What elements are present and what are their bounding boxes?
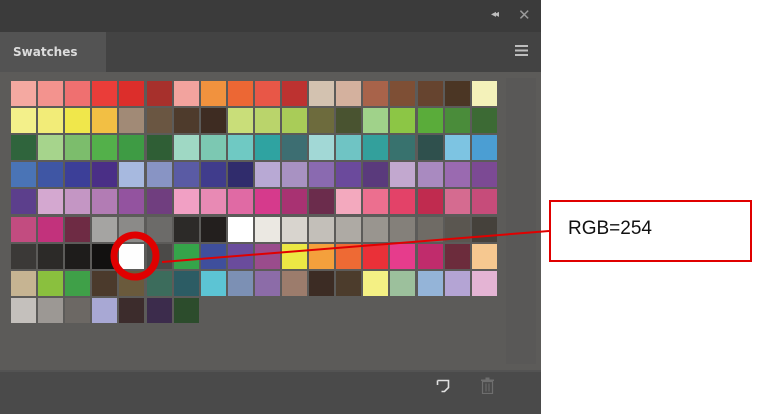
callout-pointer-line [161,230,550,263]
highlight-circle [110,231,160,281]
annotation-overlay [110,230,550,281]
